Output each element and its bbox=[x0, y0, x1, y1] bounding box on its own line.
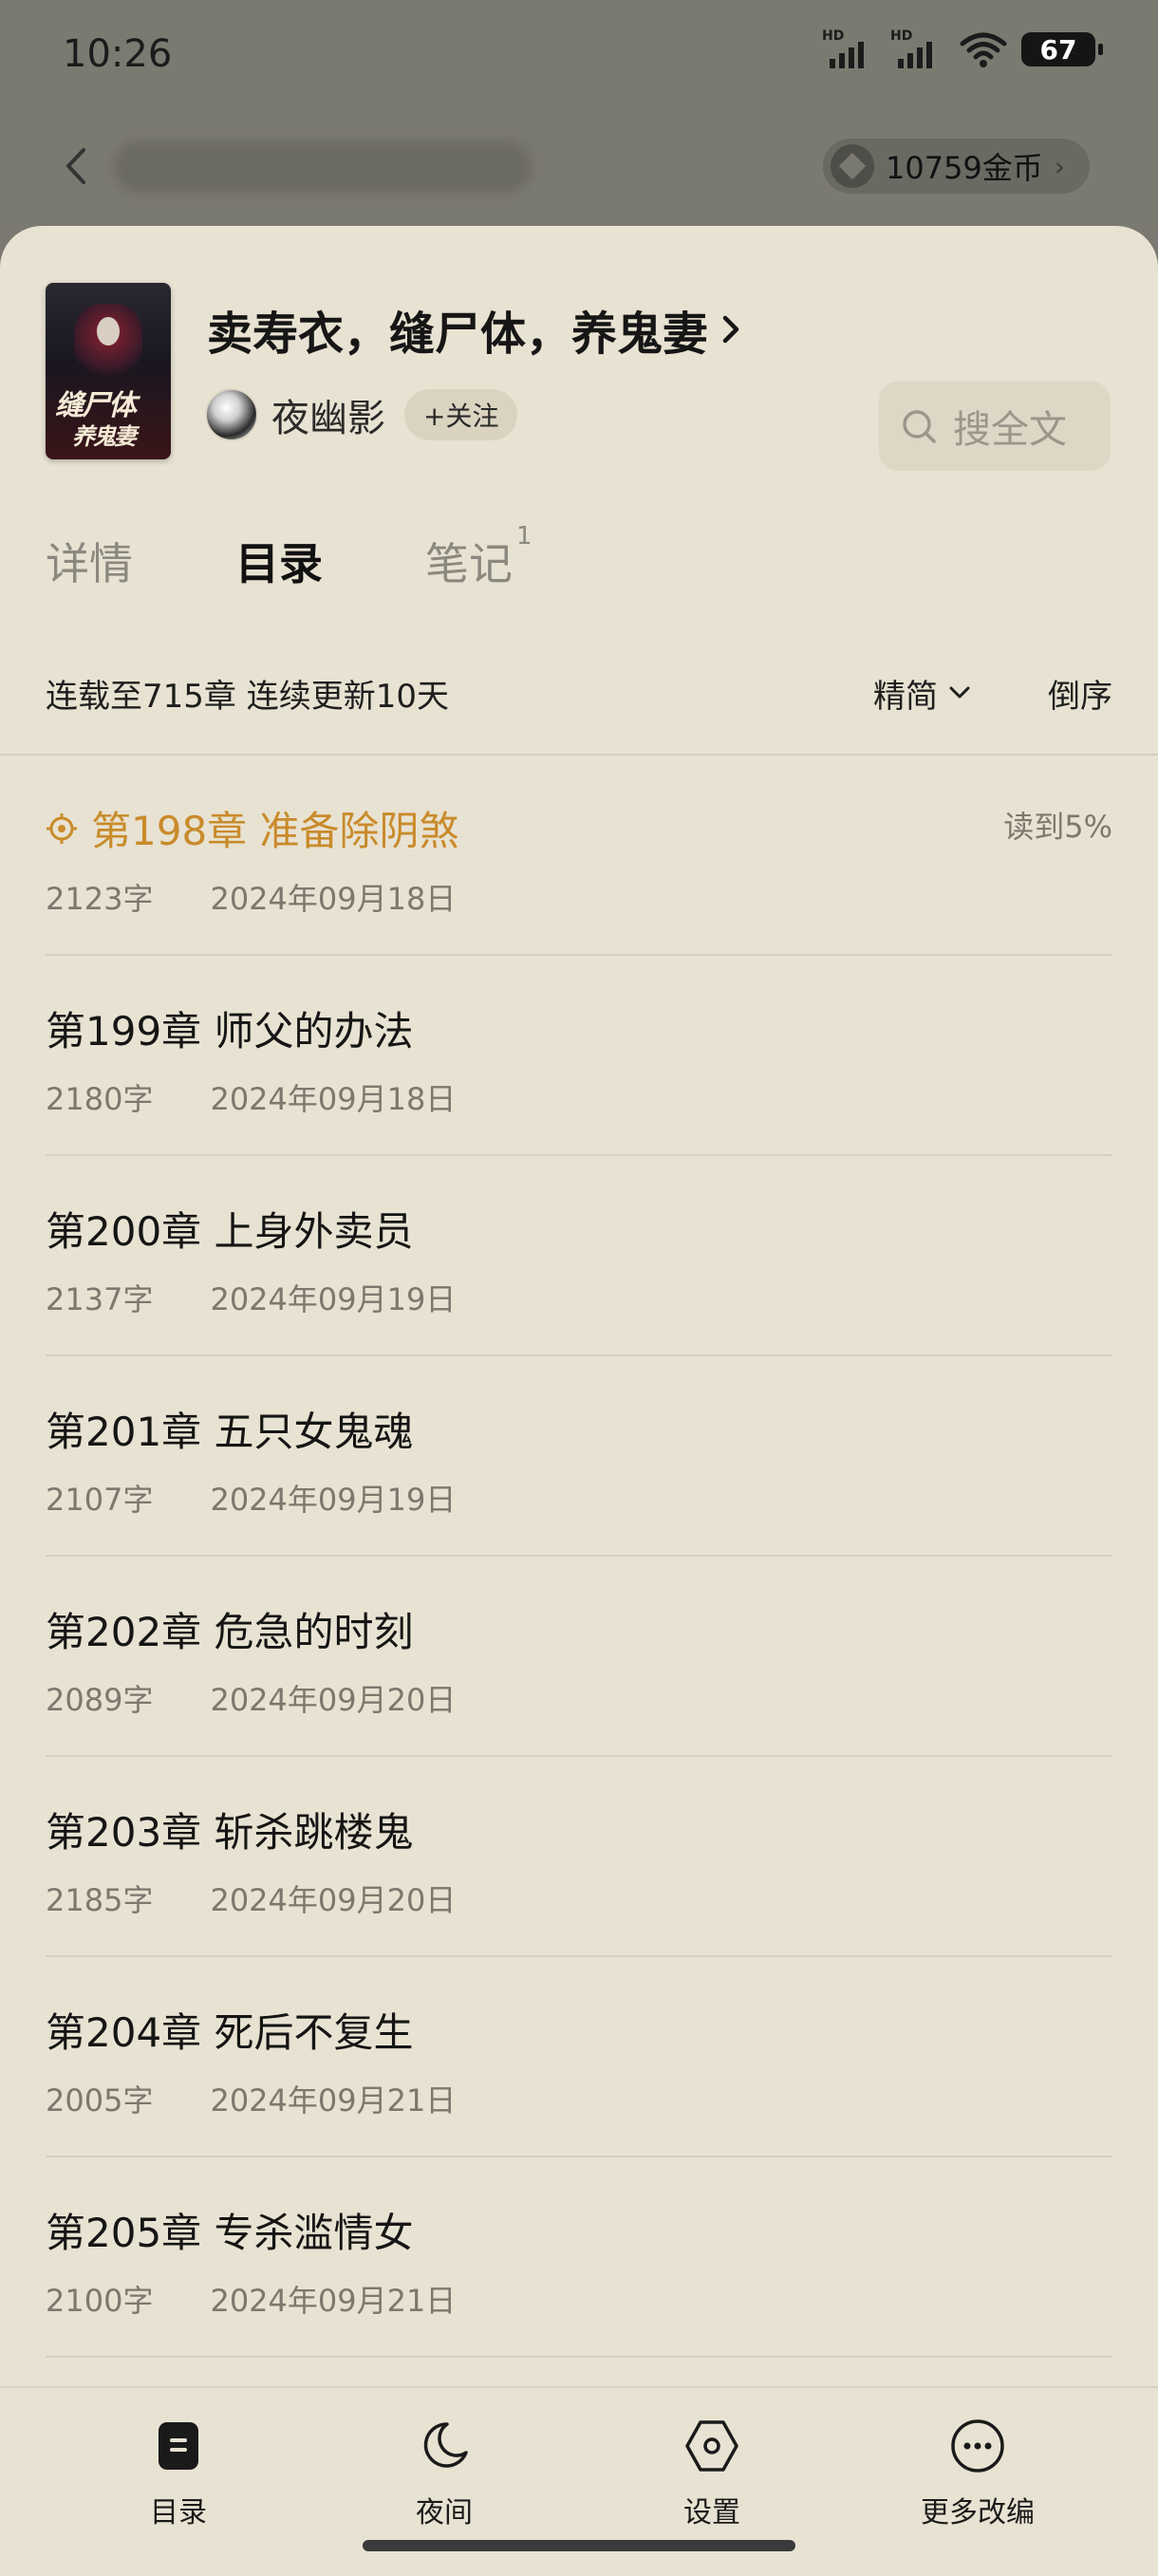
chapter-word-count: 2180字 bbox=[46, 1081, 154, 1117]
book-cover[interactable]: 缝尸体 养鬼妻 bbox=[46, 283, 171, 459]
coin-balance-button[interactable]: 10759金币 › bbox=[822, 139, 1090, 194]
nav-settings-button[interactable]: 设置 bbox=[617, 2417, 807, 2530]
signal-icon: HD bbox=[890, 28, 945, 70]
current-location-icon bbox=[47, 812, 77, 844]
nav-more-label: 更多改编 bbox=[921, 2496, 1035, 2529]
full-text-search-button[interactable]: 搜全文 bbox=[879, 382, 1111, 471]
search-icon bbox=[903, 410, 936, 443]
tab-details[interactable]: 详情 bbox=[46, 530, 235, 592]
notes-count-badge: 1 bbox=[516, 522, 532, 551]
author-name[interactable]: 夜幽影 bbox=[271, 387, 385, 442]
chapter-word-count: 2137字 bbox=[46, 1281, 154, 1317]
chapter-item[interactable]: 第202章 危急的时刻 2089字 2024年09月20日 bbox=[46, 1557, 1112, 1757]
author-avatar[interactable] bbox=[205, 388, 258, 441]
more-dots-icon bbox=[951, 2419, 1004, 2473]
chapter-list: 第198章 准备除阴煞 2123字 2024年09月18日 读到5% 第199章… bbox=[46, 756, 1112, 2358]
chapter-word-count: 2100字 bbox=[46, 2283, 154, 2319]
author-row: 夜幽影 +关注 bbox=[205, 387, 518, 442]
chapter-title: 第204章 死后不复生 bbox=[46, 2009, 414, 2056]
coin-icon bbox=[830, 144, 874, 188]
chapter-date: 2024年09月20日 bbox=[210, 1682, 457, 1718]
home-indicator[interactable] bbox=[363, 2540, 795, 2551]
chapter-word-count: 2123字 bbox=[46, 881, 154, 917]
chapter-item[interactable]: 第205章 专杀滥情女 2100字 2024年09月21日 bbox=[46, 2157, 1112, 2358]
reverse-order-button[interactable]: 倒序 bbox=[1048, 670, 1112, 717]
chapter-item[interactable]: 第201章 五只女鬼魂 2107字 2024年09月19日 bbox=[46, 1356, 1112, 1557]
chevron-down-icon bbox=[949, 686, 970, 699]
catalog-info-row: 连载至715章 连续更新10天 精简 倒序 bbox=[46, 664, 1112, 721]
chapter-word-count: 2107字 bbox=[46, 1482, 154, 1518]
serial-status: 连载至715章 连续更新10天 bbox=[46, 677, 449, 716]
nav-more-button[interactable]: 更多改编 bbox=[883, 2417, 1073, 2530]
chapter-title: 第200章 上身外卖员 bbox=[46, 1208, 414, 1255]
chapter-date: 2024年09月19日 bbox=[210, 1482, 457, 1518]
chapter-date: 2024年09月21日 bbox=[210, 2283, 457, 2319]
back-arrow-icon[interactable] bbox=[57, 142, 95, 190]
chapter-title: 第202章 危急的时刻 bbox=[46, 1609, 414, 1655]
book-title: 卖寿衣，缝尸体，养鬼妻 bbox=[207, 308, 709, 361]
cover-title-line2: 养鬼妻 bbox=[72, 422, 137, 450]
chapter-word-count: 2089字 bbox=[46, 1682, 154, 1718]
chapter-item[interactable]: 第199章 师父的办法 2180字 2024年09月18日 bbox=[46, 956, 1112, 1156]
chapter-date: 2024年09月21日 bbox=[210, 2082, 457, 2119]
chapter-date: 2024年09月18日 bbox=[210, 881, 457, 917]
signal-icon: HD bbox=[822, 28, 877, 70]
book-title-link[interactable]: 卖寿衣，缝尸体，养鬼妻 bbox=[207, 296, 744, 363]
chevron-right-icon bbox=[722, 315, 739, 344]
nav-night-button[interactable]: 夜间 bbox=[349, 2417, 539, 2530]
script-selector[interactable]: 精简 bbox=[873, 670, 972, 717]
nav-toc-button[interactable]: 目录 bbox=[84, 2417, 273, 2530]
nav-night-label: 夜间 bbox=[416, 2496, 473, 2529]
follow-button[interactable]: +关注 bbox=[404, 389, 518, 440]
status-icons: HD HD 67 bbox=[822, 28, 1103, 70]
chapter-title: 第199章 师父的办法 bbox=[46, 1008, 414, 1055]
tab-catalog[interactable]: 目录 bbox=[235, 530, 425, 592]
wifi-icon bbox=[960, 32, 1007, 67]
status-time: 10:26 bbox=[63, 32, 173, 76]
chapter-word-count: 2005字 bbox=[46, 2082, 154, 2119]
chapter-title: 第201章 五只女鬼魂 bbox=[46, 1409, 414, 1455]
blurred-header-title bbox=[114, 140, 532, 194]
nav-settings-label: 设置 bbox=[683, 2496, 740, 2529]
chapter-date: 2024年09月18日 bbox=[210, 1081, 457, 1117]
chapter-item[interactable]: 第203章 斩杀跳楼鬼 2185字 2024年09月20日 bbox=[46, 1757, 1112, 1957]
nav-toc-label: 目录 bbox=[150, 2496, 207, 2529]
chapter-title: 第205章 专杀滥情女 bbox=[46, 2210, 414, 2256]
toc-icon bbox=[159, 2422, 198, 2470]
chapter-item[interactable]: 第200章 上身外卖员 2137字 2024年09月19日 bbox=[46, 1156, 1112, 1356]
settings-hexagon-icon bbox=[685, 2420, 738, 2472]
battery-indicator: 67 bbox=[1021, 32, 1103, 66]
chapter-title: 第203章 斩杀跳楼鬼 bbox=[46, 1809, 414, 1856]
chapter-date: 2024年09月19日 bbox=[210, 1281, 457, 1317]
chapter-word-count: 2185字 bbox=[46, 1882, 154, 1918]
sheet-tabs: 详情 目录 笔记 1 bbox=[46, 522, 615, 592]
chapter-item[interactable]: 第204章 死后不复生 2005字 2024年09月21日 bbox=[46, 1957, 1112, 2157]
reading-progress: 读到5% bbox=[1003, 809, 1112, 845]
moon-icon bbox=[423, 2422, 468, 2468]
chapter-item-current[interactable]: 第198章 准备除阴煞 2123字 2024年09月18日 读到5% bbox=[46, 756, 1112, 956]
chevron-right-icon: › bbox=[1054, 150, 1065, 182]
chapter-date: 2024年09月20日 bbox=[210, 1882, 457, 1918]
chapter-title: 第198章 准备除阴煞 bbox=[91, 808, 459, 854]
search-placeholder: 搜全文 bbox=[953, 408, 1067, 452]
tab-notes[interactable]: 笔记 1 bbox=[425, 522, 615, 592]
coin-balance-text: 10759金币 bbox=[885, 150, 1043, 186]
